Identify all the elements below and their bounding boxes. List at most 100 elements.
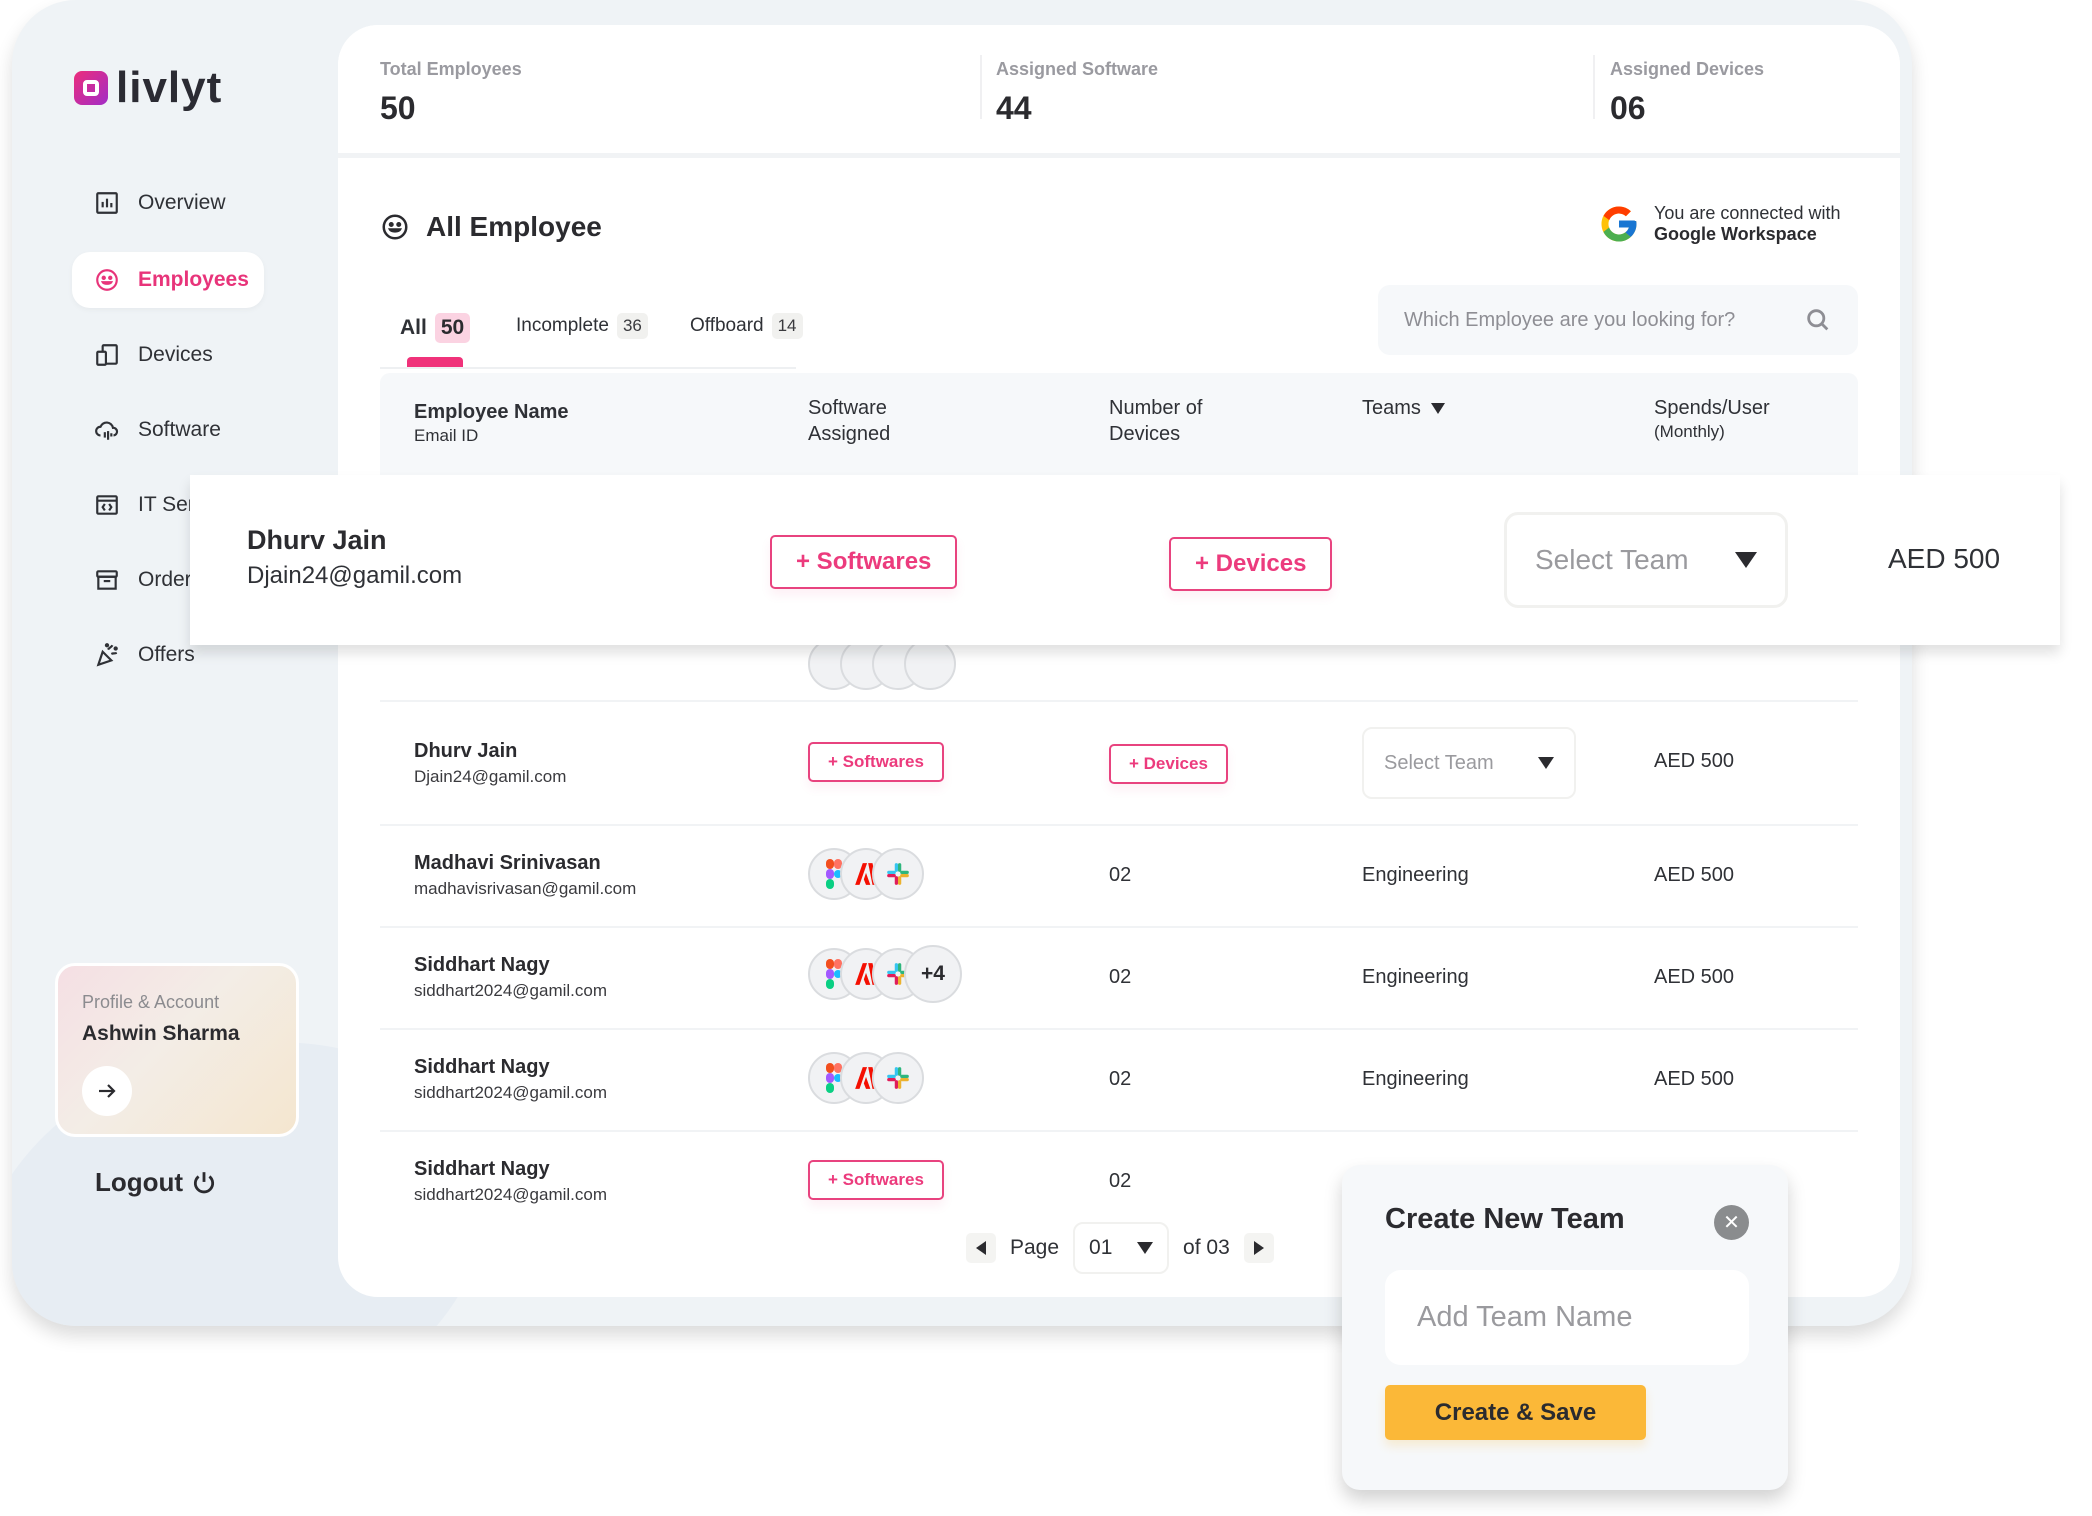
team-name: Engineering	[1362, 966, 1469, 988]
caret-left-icon	[976, 1241, 986, 1255]
page-label: Page	[1010, 1236, 1060, 1259]
select-team-dropdown[interactable]: Select Team	[1362, 727, 1576, 799]
sidebar-item-label: Software	[138, 418, 221, 441]
sidebar-item-offers[interactable]: Offers	[72, 627, 195, 683]
arrow-right-icon	[99, 1084, 116, 1098]
employee-email: madhavisrivasan@gamil.com	[414, 879, 637, 898]
profile-label: Profile & Account	[82, 992, 220, 1012]
add-devices-button[interactable]: + Devices	[1109, 744, 1228, 784]
app-shell: livlyt Overview Employees Devices Softwa…	[12, 0, 1912, 1326]
select-team-placeholder: Select Team	[1535, 544, 1689, 575]
add-softwares-button[interactable]: + Softwares	[808, 742, 944, 782]
table-row[interactable]: Siddhart Nagy siddhart2024@gamil.com +4 …	[380, 928, 1858, 1030]
logo-text: livlyt	[116, 63, 223, 112]
employee-cell: Madhavi Srinivasan madhavisrivasan@gamil…	[414, 852, 636, 899]
add-devices-button[interactable]: + Devices	[1169, 537, 1333, 591]
active-tab-indicator	[407, 357, 463, 367]
column-header-software-line2: Assigned	[808, 423, 891, 445]
column-header-devices: Number of Devices	[1109, 395, 1202, 447]
profile-arrow-button[interactable]	[82, 1066, 132, 1116]
table-row[interactable]: Siddhart Nagy siddhart2024@gamil.com 02 …	[380, 1030, 1858, 1132]
close-button[interactable]: ✕	[1714, 1205, 1749, 1240]
add-softwares-button[interactable]: + Softwares	[770, 535, 958, 589]
total-pages-label: of 03	[1183, 1236, 1230, 1259]
tab-offboard[interactable]: Offboard 14	[690, 313, 803, 339]
select-team-placeholder: Select Team	[1384, 751, 1494, 774]
page-select[interactable]: 01	[1073, 1222, 1170, 1274]
employee-email: siddhart2024@gamil.com	[414, 981, 608, 1000]
smiley-icon	[94, 267, 120, 293]
slack-icon	[872, 1052, 924, 1104]
employee-name: Dhurv Jain	[414, 740, 518, 762]
filter-caret-icon[interactable]	[1430, 402, 1445, 414]
google-logo-icon	[1601, 206, 1637, 242]
column-header-software: Software Assigned	[808, 395, 890, 447]
table-row[interactable]: Madhavi Srinivasan madhavisrivasan@gamil…	[380, 826, 1858, 928]
employee-cell: Siddhart Nagy siddhart2024@gamil.com	[414, 1158, 607, 1205]
employee-email: siddhart2024@gamil.com	[414, 1185, 608, 1204]
more-software-badge[interactable]: +4	[904, 945, 962, 1003]
column-header-software-line1: Software	[808, 397, 887, 419]
table-row[interactable]: Dhurv Jain Djain24@gamil.com + Softwares…	[380, 702, 1858, 826]
create-save-button[interactable]: Create & Save	[1385, 1385, 1646, 1440]
sidebar-item-orders[interactable]: Orders	[72, 552, 202, 608]
sidebar-item-software[interactable]: Software	[72, 402, 221, 458]
sidebar-item-employees[interactable]: Employees	[72, 252, 264, 308]
profile-name: Ashwin Sharma	[82, 1022, 240, 1045]
modal-title: Create New Team	[1385, 1203, 1625, 1235]
column-header-name: Employee Name	[414, 401, 569, 423]
employee-name: Siddhart Nagy	[414, 1056, 550, 1078]
stats-bar: Total Employees 50 Assigned Software 44 …	[338, 25, 1900, 158]
employee-name: Madhavi Srinivasan	[414, 852, 601, 874]
tab-all[interactable]: All 50	[400, 313, 471, 343]
column-header-teams[interactable]: Teams	[1362, 395, 1445, 421]
software-avatars[interactable]	[808, 1052, 924, 1104]
column-header-devices-line2: Devices	[1109, 423, 1181, 445]
party-popper-icon	[94, 642, 120, 668]
logout-button[interactable]: Logout	[95, 1167, 217, 1198]
sidebar-item-label: Offers	[138, 643, 195, 666]
sidebar-item-overview[interactable]: Overview	[72, 175, 226, 231]
logo[interactable]: livlyt	[74, 66, 222, 110]
employee-cell: Dhurv Jain Djain24@gamil.com	[414, 740, 566, 787]
search-icon[interactable]	[1804, 306, 1832, 334]
slack-icon	[872, 848, 924, 900]
tab-count-badge: 14	[771, 313, 803, 339]
add-softwares-button[interactable]: + Softwares	[808, 1160, 944, 1200]
stat-value: 50	[380, 90, 416, 126]
employee-search[interactable]	[1378, 285, 1858, 355]
software-avatars[interactable]	[808, 848, 924, 900]
team-name-input[interactable]	[1385, 1270, 1749, 1365]
profile-card[interactable]: Profile & Account Ashwin Sharma	[55, 963, 299, 1137]
stat-label: Assigned Devices	[1610, 59, 1765, 79]
search-input[interactable]	[1404, 308, 1804, 332]
main-panel: Total Employees 50 Assigned Software 44 …	[338, 25, 1900, 1297]
chevron-down-icon	[1735, 552, 1757, 568]
previous-page-button[interactable]	[966, 1233, 996, 1263]
stat-value: 06	[1610, 90, 1646, 126]
sidebar-item-it-services[interactable]: IT Serv	[72, 477, 205, 533]
sidebar-item-label: Devices	[138, 343, 213, 366]
tab-count-badge: 50	[434, 313, 471, 343]
cloud-icon	[94, 417, 120, 443]
table-header: Employee Name Email ID Software Assigned…	[380, 373, 1858, 478]
chevron-down-icon	[1538, 757, 1554, 769]
stat-assigned-software: Assigned Software 44	[996, 59, 1158, 127]
sidebar-item-devices[interactable]: Devices	[72, 327, 213, 383]
next-page-button[interactable]	[1243, 1233, 1274, 1263]
employee-tabs: All 50 Incomplete 36 Offboard 14	[380, 287, 803, 369]
tab-incomplete[interactable]: Incomplete 36	[516, 313, 648, 339]
software-avatars[interactable]: +4	[808, 945, 962, 1003]
employee-email: siddhart2024@gamil.com	[414, 1083, 608, 1102]
select-team-dropdown[interactable]: Select Team	[1504, 512, 1788, 608]
column-header-teams-label: Teams	[1362, 397, 1421, 419]
column-header-spends-sub: (Monthly)	[1654, 422, 1725, 441]
archive-box-icon	[94, 567, 120, 593]
google-status-line2: Google Workspace	[1654, 224, 1817, 244]
logout-label: Logout	[95, 1167, 184, 1197]
stat-label: Assigned Software	[996, 59, 1159, 79]
device-count: 02	[1109, 1170, 1132, 1192]
column-header-employee[interactable]: Employee Name Email ID	[414, 399, 569, 447]
column-header-email: Email ID	[414, 426, 479, 445]
highlighted-employee-row[interactable]: Dhurv Jain Djain24@gamil.com + Softwares…	[190, 475, 2060, 645]
